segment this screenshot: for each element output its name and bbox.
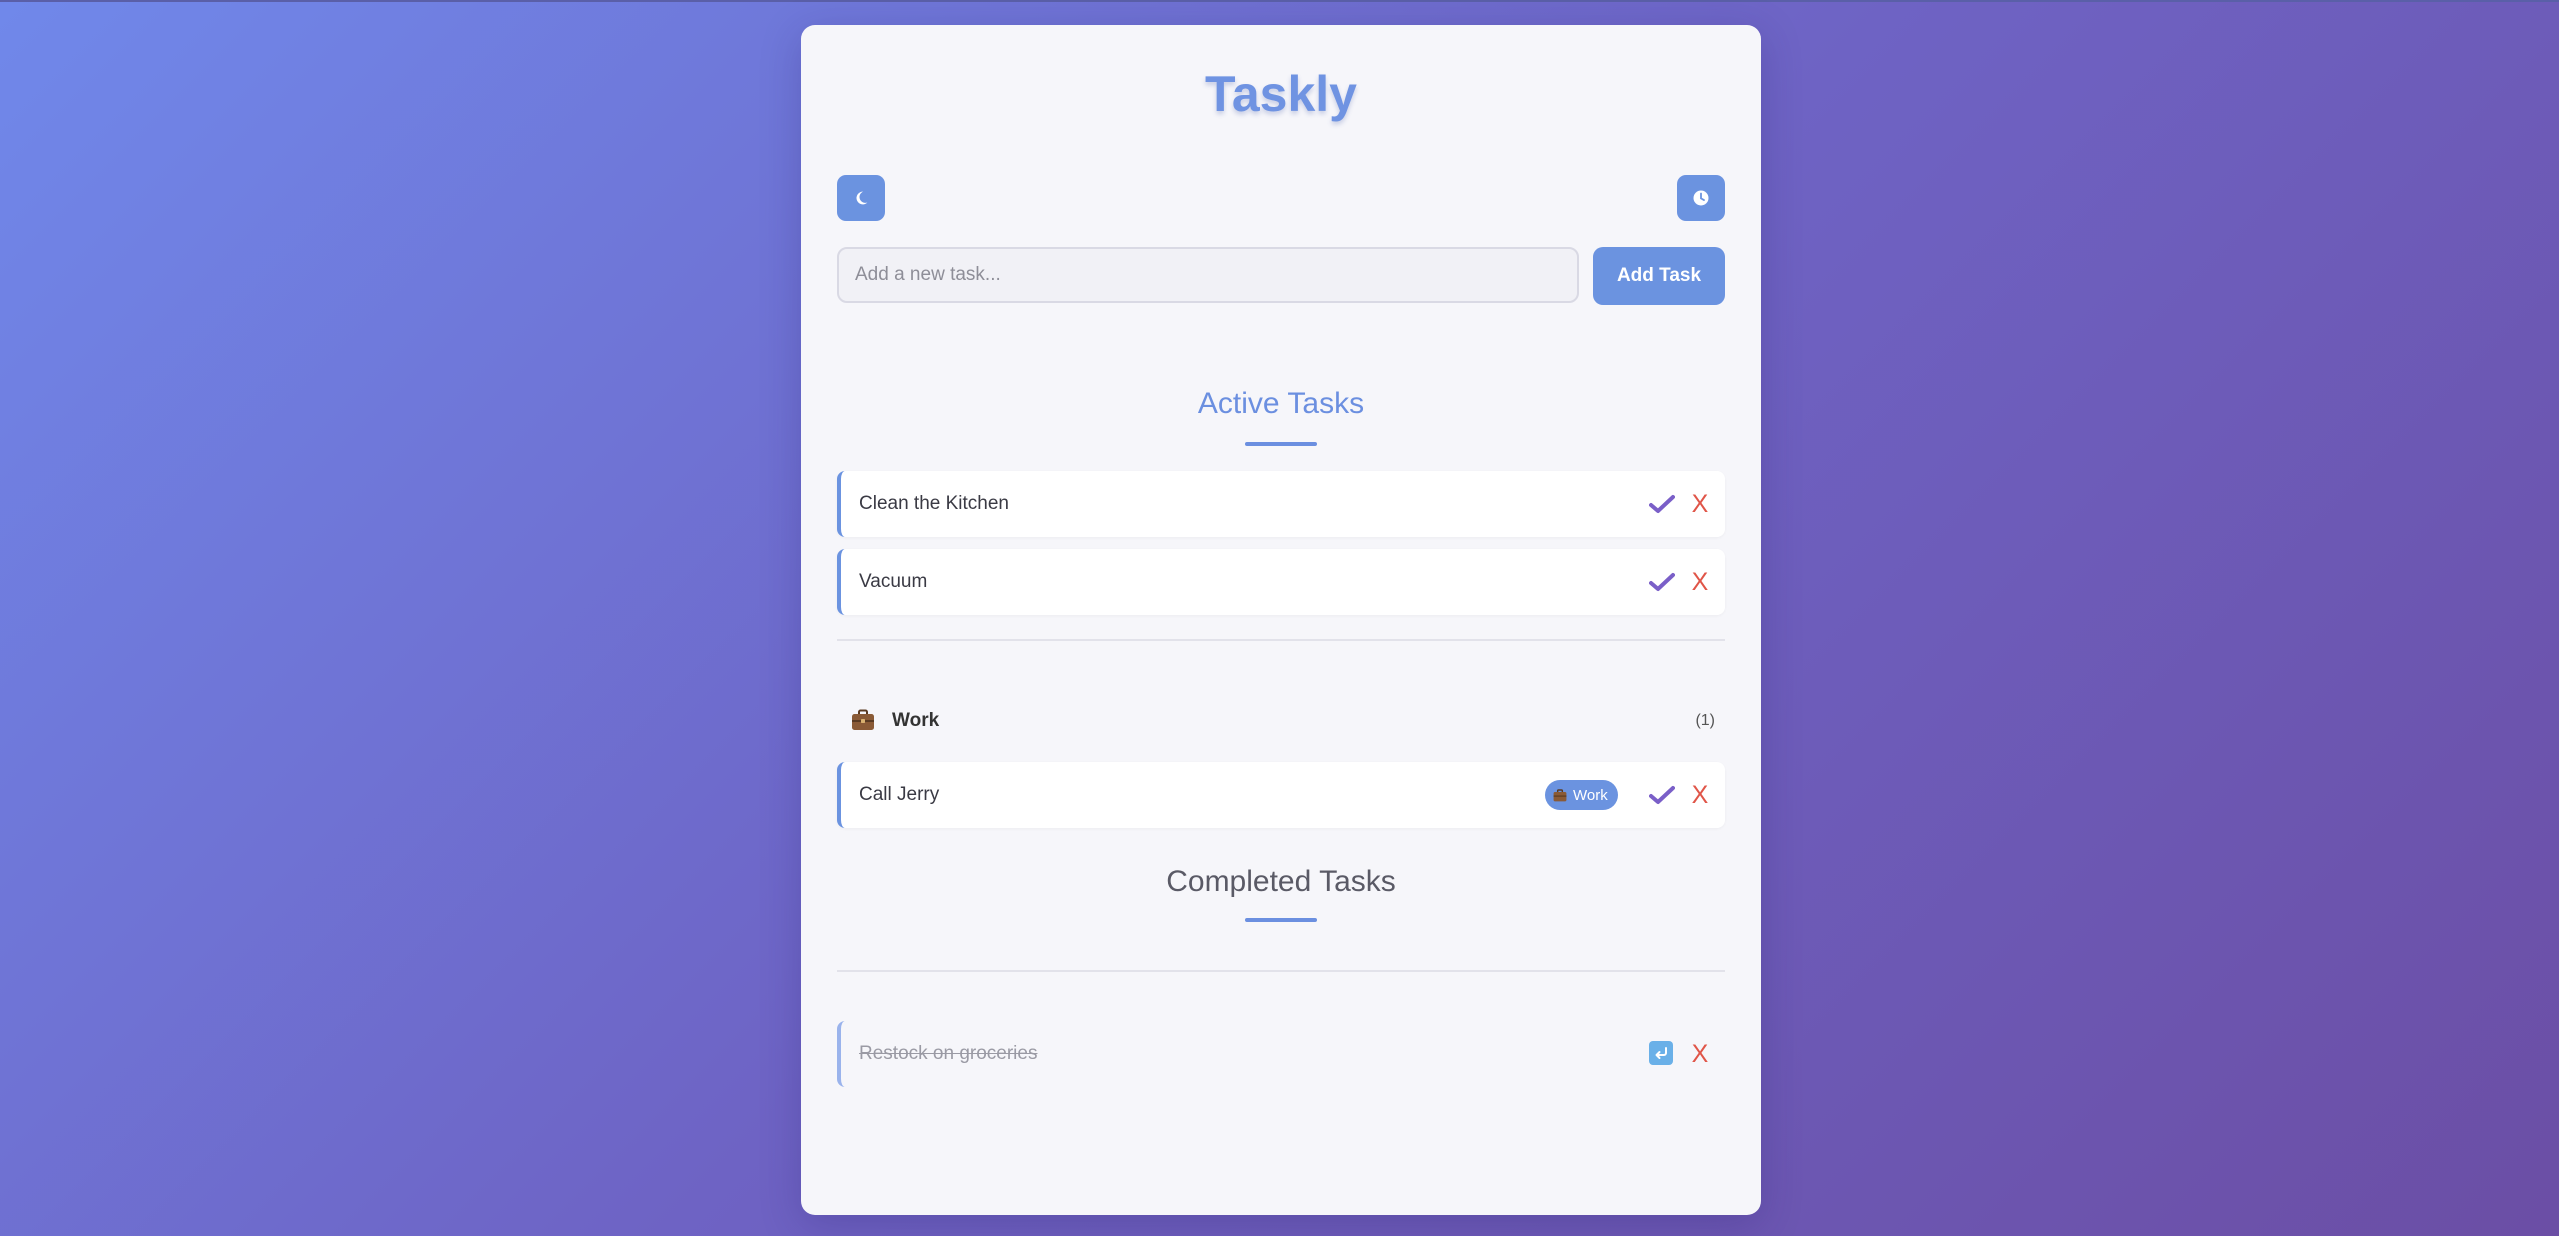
- add-task-button[interactable]: Add Task: [1593, 247, 1725, 305]
- return-arrow-icon: [1655, 1047, 1667, 1059]
- briefcase-icon: [852, 709, 874, 730]
- app-card: Taskly Add Task Active Tasks Clean the K…: [801, 25, 1761, 1215]
- moon-icon: [856, 191, 868, 205]
- complete-button[interactable]: [1648, 570, 1676, 594]
- task-text: Call Jerry: [859, 784, 940, 805]
- active-heading-underline: [1245, 442, 1317, 446]
- active-tasks-heading: Active Tasks: [1197, 387, 1365, 420]
- completed-heading-underline: [1245, 918, 1317, 922]
- app-title: Taskly: [1205, 66, 1357, 122]
- delete-button[interactable]: X: [1688, 471, 1712, 537]
- checkmark-icon: [1649, 495, 1675, 513]
- complete-button[interactable]: [1648, 783, 1676, 807]
- category-tag: Work: [1545, 780, 1618, 810]
- theme-toggle-button[interactable]: [837, 175, 885, 221]
- task-text: Vacuum: [859, 571, 928, 592]
- top-edge-line: [0, 0, 2559, 2]
- delete-button[interactable]: X: [1688, 1021, 1712, 1087]
- task-item: Clean the Kitchen X: [837, 471, 1725, 537]
- category-header-work[interactable]: Work (1): [837, 689, 1725, 753]
- undo-button[interactable]: [1649, 1041, 1673, 1065]
- task-item: Vacuum X: [837, 549, 1725, 615]
- complete-button[interactable]: [1648, 492, 1676, 516]
- new-task-input[interactable]: [837, 247, 1579, 303]
- delete-button[interactable]: X: [1688, 762, 1712, 828]
- checkmark-icon: [1649, 573, 1675, 591]
- section-divider: [837, 970, 1725, 972]
- task-text: Clean the Kitchen: [859, 493, 1009, 514]
- history-button[interactable]: [1677, 175, 1725, 221]
- section-divider: [837, 639, 1725, 641]
- category-tag-label: Work: [1573, 786, 1608, 804]
- delete-button[interactable]: X: [1688, 549, 1712, 615]
- completed-task-item: Restock on groceries X: [837, 1021, 1725, 1087]
- category-name: Work: [892, 710, 940, 731]
- completed-tasks-heading: Completed Tasks: [1166, 865, 1396, 898]
- task-text: Restock on groceries: [859, 1043, 1038, 1064]
- briefcase-icon: [1553, 788, 1567, 801]
- category-count: (1): [1695, 712, 1715, 729]
- clock-icon: [1693, 190, 1709, 206]
- task-item: Call Jerry Work X: [837, 762, 1725, 828]
- checkmark-icon: [1649, 786, 1675, 804]
